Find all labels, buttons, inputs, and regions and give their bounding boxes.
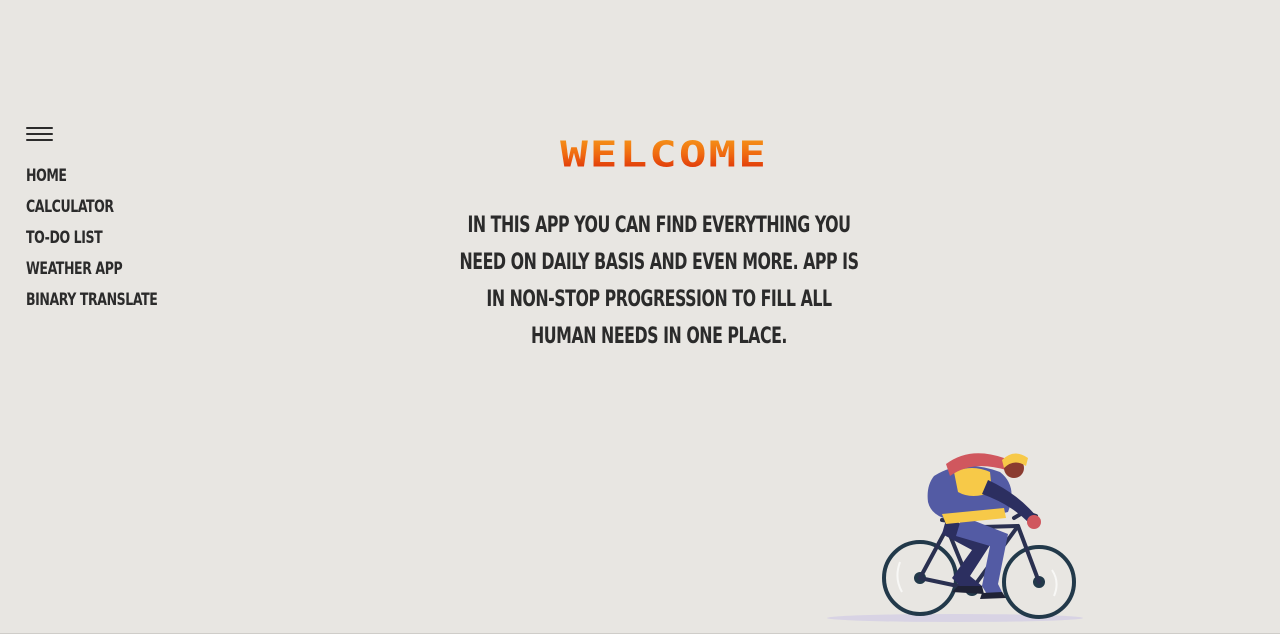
nav-item-calculator[interactable]: CALCULATOR — [26, 195, 157, 226]
app-page: HOME CALCULATOR TO-DO LIST WEATHER APP B… — [0, 0, 1280, 634]
intro-text-block: IN THIS APP YOU CAN FIND EVERYTHING YOU … — [458, 207, 860, 355]
nav-item-binary-translate[interactable]: BINARY TRANSLATE — [26, 288, 158, 319]
hamburger-bar — [26, 127, 53, 129]
intro-description: IN THIS APP YOU CAN FIND EVERYTHING YOU … — [459, 213, 859, 349]
cyclist-illustration — [827, 453, 1083, 622]
nav-item-todo-list[interactable]: TO-DO LIST — [26, 226, 157, 257]
nav-item-weather-app[interactable]: WEATHER APP — [26, 257, 157, 288]
rider-hand — [1027, 515, 1041, 529]
sidebar-nav: HOME CALCULATOR TO-DO LIST WEATHER APP B… — [26, 164, 186, 319]
welcome-title: WELCOME — [0, 132, 1280, 176]
